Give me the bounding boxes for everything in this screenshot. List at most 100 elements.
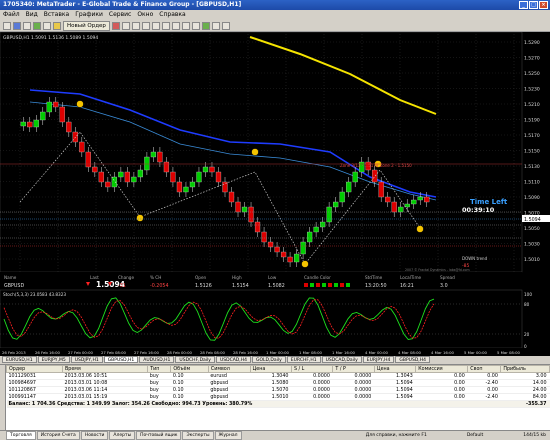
column-header[interactable]: Объём [170,365,209,373]
column-header[interactable]: S / L [290,365,334,373]
chart-tab[interactable]: USDCHF,Daily [175,356,215,363]
chart-tab[interactable]: EURJPY,M5 [37,356,70,363]
chart-tab[interactable]: GOLD,Daily [251,356,286,363]
menu-item-5[interactable]: Окно [137,10,153,20]
terminal-tab[interactable]: Торговля [6,431,36,440]
down-trend-label: DOWN trend [462,256,488,261]
time-tick-label: 4 Mar 00:00 [365,350,389,355]
info-panel-value: 1.5126 [195,283,212,289]
time-tick-label: 28 Feb 00:00 [167,350,192,355]
navigator-icon[interactable] [43,21,51,30]
zigzag-point [251,148,259,156]
column-header[interactable]: Время [62,365,149,373]
order-cell: 1.5094 [374,379,416,387]
menu-item-6[interactable]: Справка [159,10,185,20]
tile-windows-icon[interactable] [171,21,180,30]
bar-chart-icon[interactable] [121,21,130,30]
chart-tab[interactable]: USDJPY,H1 [70,356,103,363]
market-watch-icon[interactable] [23,21,31,30]
candle-body [287,256,293,263]
terminal-tab[interactable]: Новости [80,431,109,440]
stochastic-tick: 80 [524,302,530,307]
chart-shift-icon[interactable] [191,21,200,30]
candle-body [378,181,384,198]
chart-tab[interactable]: EURCHF,H1 [286,356,321,363]
price-chart[interactable]: 1.5290 1.5270 1.5250 1.5230 1.5210 1.5190 1.51… [0,32,550,356]
info-panel-value: -31 [118,283,126,289]
order-row[interactable]: 100991147 2013.03.01 15:19 buy 0.10 gbpusd 1.… [6,393,550,401]
time-tick-label: 4 Mar 08:00 [398,350,422,355]
line-chart-icon[interactable] [141,21,150,30]
terminal-tab[interactable]: Журнал [214,431,242,440]
orders-table: Ордер Время Тип Объём Символ Цена S / LT / P Це… [5,365,550,408]
candle-body [53,101,59,108]
chart-tab[interactable]: USDCAD,Daily [321,356,362,363]
candle-chart-icon[interactable] [131,21,140,30]
zoom-out-icon[interactable] [161,21,170,30]
info-panel-header: High [232,275,242,280]
column-header[interactable]: Тип [147,365,172,373]
column-header[interactable]: T / P [332,365,375,373]
candle-body [111,176,117,188]
candle-body [20,121,26,127]
info-panel-header: Spread [440,275,455,280]
menu-item-1[interactable]: Вид [26,10,38,20]
chart-tab[interactable]: EURUSD,H1 [2,356,37,363]
new-order-button[interactable]: Новый Ордер [63,20,110,31]
chart-tab[interactable]: GBPUSD,H1 [103,356,139,363]
order-cell: 84.00 [500,393,550,401]
profiles-icon[interactable] [13,21,21,30]
candle-color-swatch [340,283,344,287]
minimize-button[interactable]: _ [519,1,528,9]
column-header[interactable]: Символ [207,365,251,373]
chart-tab[interactable]: EURJPY,H4 [362,356,395,363]
menu-item-2[interactable]: Вставка [44,10,69,20]
column-header[interactable]: Комиссия [415,365,469,373]
zigzag-point [301,260,309,268]
zoom-in-icon[interactable] [151,21,160,30]
order-row[interactable]: 101120867 2013.03.06 11:14 buy 0.10 gbpusd 1.… [6,386,550,394]
candle-body [196,171,202,183]
price-tick-label: 1.5170 [524,133,540,139]
price-tick-label: 1.5250 [524,71,540,77]
close-button[interactable]: × [539,1,548,9]
menu-item-0[interactable]: Файл [3,10,20,20]
order-row[interactable]: 101129031 2013.03.06 10:51 buy 0.10 eurusd 1.… [6,372,550,380]
templates-icon[interactable] [221,21,230,30]
column-header[interactable]: Цена [249,365,292,373]
candle-body [391,201,397,213]
candle-body [320,221,326,228]
order-cell: 0.00 [467,372,501,380]
indicators-icon[interactable] [201,21,210,30]
candle-body [131,176,137,183]
column-header[interactable]: Цена [373,365,417,373]
autoscroll-icon[interactable] [181,21,190,30]
stochastic-panel [0,289,523,349]
chart-tab[interactable]: GBPUSD,H4 [395,356,430,363]
terminal-icon[interactable] [53,21,61,30]
menu-item-4[interactable]: Сервис [109,10,131,20]
data-window-icon[interactable] [33,21,41,30]
column-header[interactable]: Прибыль [500,365,550,373]
periods-icon[interactable] [211,21,220,30]
column-header[interactable]: Ордер [5,365,64,373]
terminal-tab[interactable]: История Счета [36,431,80,440]
menu-item-3[interactable]: Графики [75,10,103,20]
new-chart-icon[interactable] [3,21,11,30]
column-header[interactable]: Своп [467,365,502,373]
stochastic-header: Stoch(5,3,3) 23.0583 43.8323 [3,292,66,297]
order-row[interactable]: 100984697 2013.03.01 10:08 buy 0.10 gbpusd 1.… [6,379,550,387]
terminal-tab[interactable]: Почтовый ящик [136,431,182,440]
terminal-tab[interactable]: Алерты [109,431,136,440]
expert-advisors-icon[interactable] [111,21,120,30]
balance-text: Баланс: 1 704.36 Средства: 1 349.99 Зало… [6,400,501,408]
maximize-button[interactable]: □ [529,1,538,9]
chart-tab[interactable]: AUDUSD,H1 [139,356,175,363]
chart-tab[interactable]: USDCAD,H4 [215,356,251,363]
chart-canvas[interactable]: 1.5290 1.5270 1.5250 1.5230 1.5210 1.5190 1.51… [0,32,550,356]
candle-body [411,199,417,205]
info-panel-value: 3.0 [440,283,448,289]
terminal-tab[interactable]: Эксперты [182,431,214,440]
candle-body [163,161,170,173]
candle-body [424,196,430,203]
